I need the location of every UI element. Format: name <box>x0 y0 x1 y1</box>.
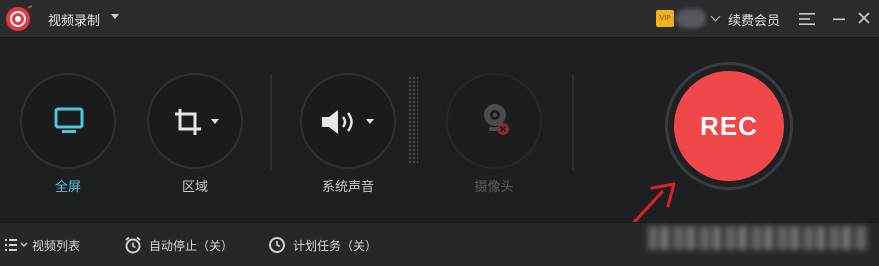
camera-label: 摄像头 <box>474 180 514 195</box>
alarm-clock-icon <box>125 236 141 254</box>
region-label: 区域 <box>181 180 208 195</box>
menu-icon[interactable] <box>798 11 816 27</box>
blurred-watermark <box>648 226 868 250</box>
region-dropdown-icon[interactable] <box>211 119 219 124</box>
region-button[interactable] <box>147 73 243 169</box>
camera-button[interactable] <box>446 73 542 169</box>
system-audio-button[interactable] <box>300 73 396 169</box>
fullscreen-button[interactable] <box>20 73 116 169</box>
webcam-icon <box>484 104 509 135</box>
rec-button[interactable]: REC <box>674 71 784 181</box>
divider <box>270 74 272 170</box>
monitor-icon <box>54 107 84 133</box>
speaker-icon <box>322 110 353 134</box>
vip-badge: VIP <box>656 10 674 27</box>
chevron-down-icon[interactable] <box>111 14 119 19</box>
clock-icon <box>269 237 285 253</box>
auto-stop-button[interactable]: 自动停止（关） <box>149 237 233 254</box>
avatar[interactable] <box>676 9 706 28</box>
close-icon[interactable] <box>856 10 872 26</box>
renew-membership-link[interactable]: 续费会员 <box>728 10 780 29</box>
app-logo-icon <box>6 5 33 31</box>
video-list-button[interactable]: 视频列表 <box>32 237 80 254</box>
minimize-icon[interactable] <box>832 11 846 27</box>
scheduled-task-button[interactable]: 计划任务（关） <box>293 237 377 254</box>
fullscreen-label: 全屏 <box>54 180 81 195</box>
crop-icon <box>175 109 201 135</box>
divider <box>572 74 574 170</box>
title-bar: 视频录制 VIP 续费会员 <box>0 0 879 38</box>
drag-handle[interactable] <box>408 76 418 164</box>
user-chevron-down-icon[interactable] <box>710 11 721 22</box>
app-title[interactable]: 视频录制 <box>48 10 100 29</box>
system-audio-label: 系统声音 <box>321 180 374 195</box>
list-icon[interactable] <box>5 239 29 251</box>
audio-dropdown-icon[interactable] <box>366 119 374 124</box>
